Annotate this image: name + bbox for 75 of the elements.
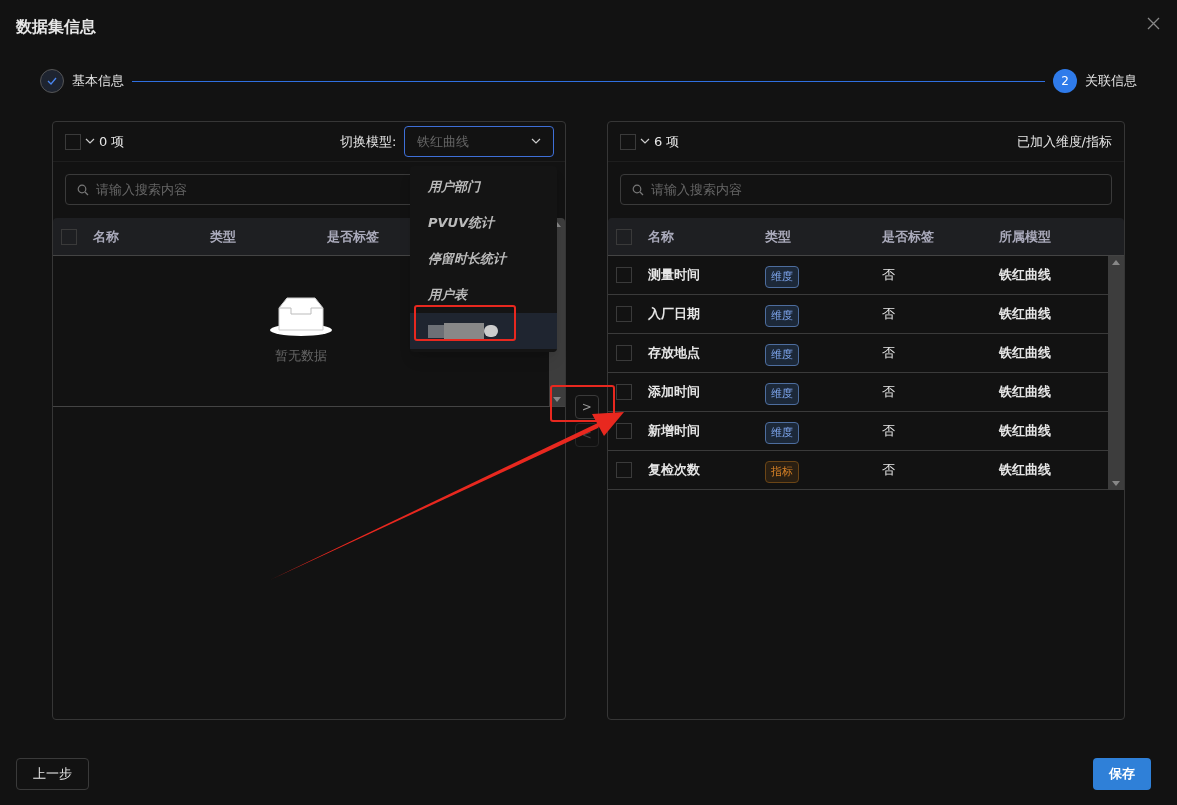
table-cell-text: 入厂日期 (648, 305, 701, 324)
table-cell-text: 铁红曲线 (999, 344, 1052, 363)
panel-title: 已加入维度/指标 (1016, 132, 1112, 151)
scroll-down-icon[interactable] (1112, 481, 1120, 486)
empty-inbox-icon (269, 296, 334, 339)
column-header: 名称 (648, 227, 675, 246)
dropdown-option[interactable]: 停留时长统计 (410, 241, 557, 277)
checkbox[interactable] (616, 228, 632, 245)
table-row[interactable]: 存放地点 维度 否 铁红曲线 (608, 334, 1108, 373)
dialog-title: 数据集信息 (16, 16, 96, 38)
checkbox[interactable] (616, 267, 632, 283)
item-count: 6 项 (654, 132, 680, 151)
type-tag: 维度 (765, 382, 799, 405)
table-cell-text: 测量时间 (648, 266, 701, 285)
search-field[interactable]: 请输入搜索内容 (620, 174, 1112, 205)
checkbox[interactable] (65, 133, 81, 150)
model-label: 切换模型: (340, 132, 397, 151)
column-header: 名称 (93, 227, 120, 246)
table-cell-text: 铁红曲线 (999, 461, 1052, 480)
step-label: 基本信息 (72, 72, 124, 91)
type-tag: 维度 (765, 265, 799, 288)
column-header: 是否标签 (882, 227, 935, 246)
table-row[interactable]: 复检次数 指标 否 铁红曲线 (608, 451, 1108, 490)
checkbox[interactable] (616, 462, 632, 478)
annotation-box (550, 385, 615, 422)
back-button[interactable]: 上一步 (16, 758, 89, 790)
table-cell-text: 复检次数 (648, 461, 701, 480)
save-button[interactable]: 保存 (1093, 758, 1151, 790)
dropdown-option[interactable] (410, 313, 557, 349)
table-cell-text: 否 (882, 344, 896, 363)
table-row[interactable]: 测量时间 维度 否 铁红曲线 (608, 256, 1108, 295)
type-tag: 维度 (765, 421, 799, 444)
table-cell-text: 铁红曲线 (999, 422, 1052, 441)
close-icon[interactable] (1147, 17, 1160, 30)
blurred-text-icon (428, 323, 500, 339)
column-header: 类型 (210, 227, 237, 246)
scroll-down-icon[interactable] (553, 397, 562, 402)
table-cell-text: 否 (882, 305, 896, 324)
step-number: 2 (1053, 69, 1077, 93)
checkbox[interactable] (620, 133, 636, 150)
chevron-down-icon (85, 138, 95, 145)
type-tag: 指标 (765, 460, 799, 483)
step-label: 关联信息 (1085, 72, 1137, 91)
table-cell-text: 新增时间 (648, 422, 701, 441)
table-cell-text: 铁红曲线 (999, 266, 1052, 285)
table-cell-text: 否 (882, 461, 896, 480)
table-cell-text: 铁红曲线 (999, 305, 1052, 324)
checkbox[interactable] (61, 228, 77, 245)
item-count: 0 项 (99, 132, 125, 151)
table-cell-text: 否 (882, 422, 896, 441)
column-header: 是否标签 (327, 227, 380, 246)
checkbox[interactable] (616, 306, 632, 322)
dropdown-option[interactable]: PVUV统计 (410, 205, 557, 241)
type-tag: 维度 (765, 343, 799, 366)
type-tag: 维度 (765, 304, 799, 327)
search-icon (77, 184, 89, 196)
table-row[interactable]: 入厂日期 维度 否 铁红曲线 (608, 295, 1108, 334)
checkbox[interactable] (616, 384, 632, 400)
table-cell-text: 否 (882, 266, 896, 285)
checkbox[interactable] (616, 345, 632, 361)
table-cell-text: 否 (882, 383, 896, 402)
column-header: 所属模型 (999, 227, 1052, 246)
table-row[interactable]: 添加时间 维度 否 铁红曲线 (608, 373, 1108, 412)
search-icon (632, 184, 644, 196)
table-cell-text: 添加时间 (648, 383, 701, 402)
table-cell-text: 存放地点 (648, 344, 701, 363)
dropdown-option[interactable]: 用户表 (410, 277, 557, 313)
column-header: 类型 (765, 227, 792, 246)
chevron-down-icon (640, 138, 650, 145)
table-cell-text: 铁红曲线 (999, 383, 1052, 402)
scrollbar[interactable] (1108, 256, 1124, 490)
checkbox[interactable] (616, 423, 632, 439)
empty-text: 暂无数据 (275, 347, 328, 366)
chevron-down-icon (531, 138, 542, 145)
scroll-up-icon[interactable] (1112, 260, 1120, 265)
